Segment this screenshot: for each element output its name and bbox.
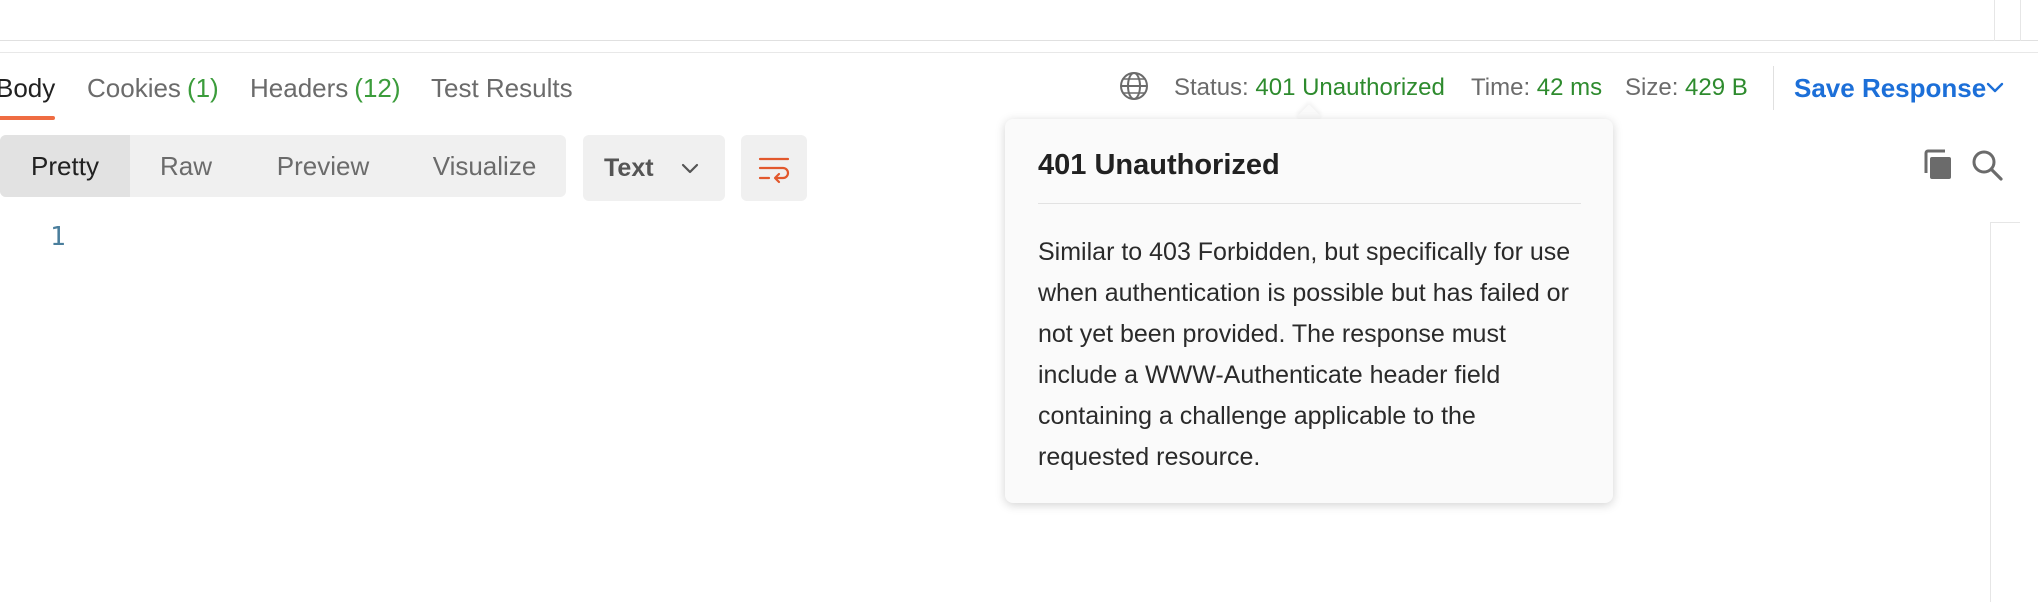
wrap-lines-button[interactable]	[741, 135, 807, 201]
view-mode-pretty-label: Pretty	[31, 151, 99, 181]
size-value: 429 B	[1685, 74, 1748, 101]
tab-body[interactable]: Body	[0, 60, 56, 120]
request-pane-bottom-edge	[0, 0, 2038, 41]
globe-icon[interactable]	[1118, 70, 1150, 102]
copy-icon[interactable]	[1921, 148, 1955, 182]
tab-headers[interactable]: Headers (12)	[250, 60, 401, 120]
view-mode-visualize-label: Visualize	[432, 151, 537, 181]
tab-cookies-count: (1)	[186, 73, 219, 103]
time-label: Time:	[1471, 74, 1531, 101]
view-mode-raw-label: Raw	[159, 151, 212, 181]
tab-cookies-label: Cookies	[87, 73, 181, 103]
tab-headers-label: Headers	[250, 73, 349, 103]
tooltip-body: Similar to 403 Forbidden, but specifical…	[1038, 238, 1571, 471]
tab-cookies[interactable]: Cookies (1)	[87, 60, 219, 120]
format-select[interactable]: Text	[583, 135, 725, 201]
scrollbar-edge	[2020, 0, 2021, 41]
search-icon[interactable]	[1970, 148, 2004, 182]
tooltip-divider	[1038, 203, 1581, 204]
view-mode-preview-label: Preview	[276, 151, 370, 181]
view-mode-pretty[interactable]: Pretty	[0, 135, 130, 197]
wrap-lines-icon	[758, 157, 790, 184]
view-mode-visualize[interactable]: Visualize	[412, 135, 557, 197]
status-value: 401 Unauthorized	[1255, 74, 1445, 101]
save-response-button[interactable]: Save Response	[1794, 60, 1986, 116]
format-select-value: Text	[604, 154, 654, 182]
tab-test-results-label: Test Results	[431, 73, 573, 103]
chevron-down-icon	[681, 163, 699, 174]
tooltip-title: 401 Unauthorized	[1038, 149, 1280, 181]
time-indicator[interactable]: Time: 42 ms	[1471, 60, 1602, 116]
status-tooltip: 401 Unauthorized Similar to 403 Forbidde…	[1005, 119, 1613, 503]
chevron-down-icon[interactable]	[1984, 76, 2006, 98]
divider	[1773, 66, 1774, 110]
size-label: Size:	[1625, 74, 1679, 101]
tab-headers-count: (12)	[354, 73, 401, 103]
editor-scrollbar[interactable]	[1990, 222, 1991, 602]
tab-body-label: Body	[0, 73, 56, 103]
editor-scrollbar-cap	[1990, 222, 2020, 223]
view-mode-preview[interactable]: Preview	[254, 135, 392, 197]
view-mode-raw[interactable]: Raw	[130, 135, 242, 197]
status-label: Status:	[1174, 74, 1249, 101]
scrollbar-track[interactable]	[1994, 0, 1995, 41]
pane-divider[interactable]	[0, 52, 2038, 53]
line-number: 1	[50, 222, 66, 252]
tab-test-results[interactable]: Test Results	[431, 60, 573, 120]
save-response-label: Save Response	[1794, 73, 1987, 103]
size-indicator[interactable]: Size: 429 B	[1625, 60, 1748, 116]
view-mode-selector: Pretty Raw Preview Visualize	[0, 135, 566, 197]
time-value: 42 ms	[1536, 74, 1603, 101]
